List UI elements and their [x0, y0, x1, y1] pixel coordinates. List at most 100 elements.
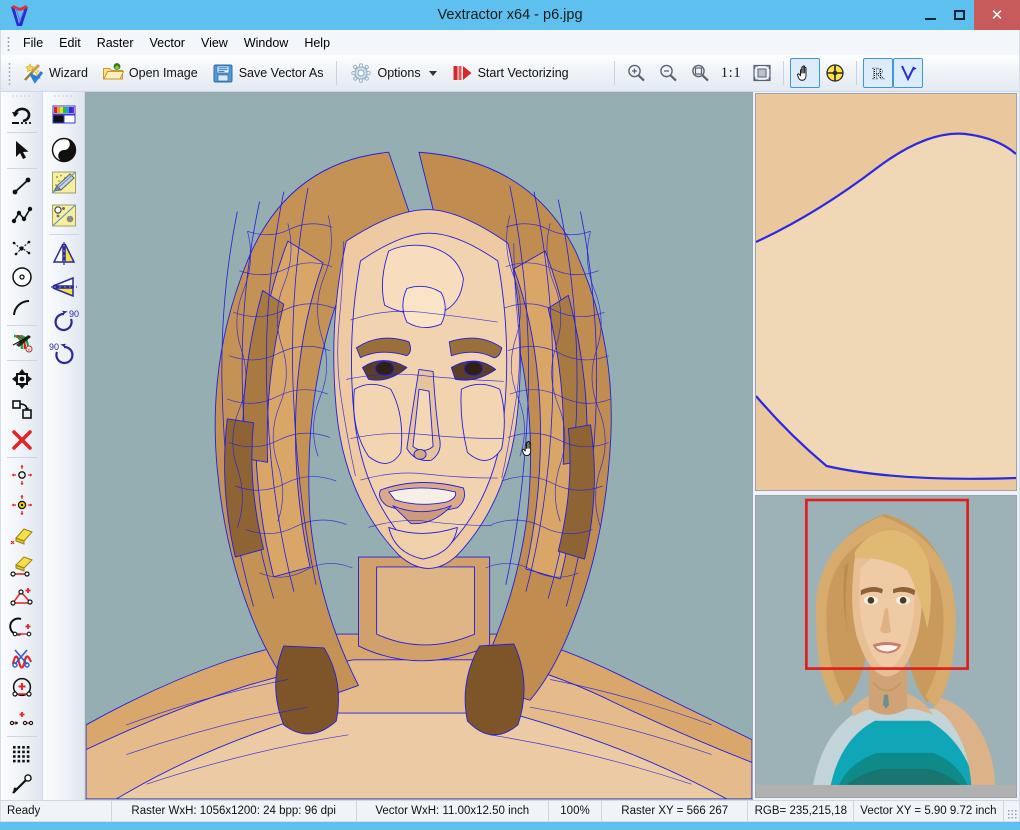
- polyline-tool[interactable]: [4, 201, 40, 232]
- floppy-disk-icon: [212, 62, 234, 84]
- minimize-button[interactable]: [916, 0, 945, 30]
- hand-pan-cursor: [520, 438, 539, 460]
- vector-zoom-preview[interactable]: [755, 93, 1017, 491]
- wizard-button[interactable]: Wizard: [15, 58, 95, 88]
- zoom-region-button[interactable]: [685, 58, 715, 88]
- svg-text:90: 90: [48, 342, 58, 352]
- duplicate-tool[interactable]: [4, 394, 40, 425]
- contrast-tool[interactable]: [46, 133, 82, 166]
- add-node-tool[interactable]: [4, 582, 40, 613]
- vector-layer-toggle[interactable]: [893, 58, 924, 88]
- tool-divider: [6, 456, 37, 458]
- close-button[interactable]: ✕: [974, 0, 1020, 30]
- wizard-label: Wizard: [49, 66, 88, 80]
- wizard-wand-icon: [22, 62, 44, 84]
- toolbar-separator: [336, 61, 338, 85]
- start-vectorizing-button[interactable]: Start Vectorizing: [444, 58, 576, 88]
- move-object-tool[interactable]: [4, 363, 40, 394]
- vector-canvas[interactable]: [85, 92, 753, 800]
- zoom-actual-size-button[interactable]: 1:1: [717, 65, 746, 82]
- tool-column2-grip-icon[interactable]: [52, 94, 75, 99]
- select-tool[interactable]: [4, 135, 40, 166]
- noise-filter-tool[interactable]: [46, 199, 82, 232]
- start-vectorizing-label: Start Vectorizing: [477, 66, 569, 80]
- mirror-vertical-tool[interactable]: [46, 237, 82, 270]
- line-tool[interactable]: [4, 170, 40, 201]
- resize-grip-icon[interactable]: [1004, 801, 1019, 821]
- right-panel-stack: [753, 92, 1019, 800]
- main-toolbar: Wizard Open Image Save Vector As Options…: [0, 55, 1020, 92]
- delete-tool[interactable]: [4, 424, 40, 455]
- options-label: Options: [377, 66, 421, 80]
- status-vector-size: Vector WxH: 11.00x12.50 inch: [357, 801, 549, 821]
- menu-bar: File Edit Raster Vector View Window Help: [0, 30, 1020, 55]
- tool-divider: [6, 360, 37, 362]
- eraser-segment-tool[interactable]: [4, 551, 40, 582]
- tool-divider: [6, 132, 37, 134]
- rotate-cw-90-tool[interactable]: 90: [46, 303, 82, 336]
- menu-item-help[interactable]: Help: [296, 33, 338, 53]
- spline-tool[interactable]: [4, 231, 40, 262]
- play-icon: [451, 62, 473, 84]
- center-target-button[interactable]: [820, 58, 850, 88]
- left-tool-palette: e 90 90: [1, 92, 85, 800]
- tool-column-grip-icon[interactable]: [10, 94, 33, 99]
- toolbar-separator-2: [613, 61, 615, 85]
- status-raster-size: Raster WxH: 1056x1200: 24 bpp: 96 dpi: [112, 801, 357, 821]
- window-title: Vextractor x64 - p6.jpg: [437, 7, 583, 23]
- image-thumbnail-preview[interactable]: [755, 495, 1017, 798]
- menu-item-vector[interactable]: Vector: [142, 33, 193, 53]
- zoom-in-button[interactable]: [621, 58, 651, 88]
- gear-icon: [350, 62, 372, 84]
- toolbar-grip-icon[interactable]: [6, 61, 13, 85]
- tool-divider: [6, 167, 37, 169]
- tool-divider: [6, 736, 37, 738]
- chevron-down-icon[interactable]: [428, 70, 437, 76]
- grid-tool[interactable]: [4, 739, 40, 770]
- menu-item-view[interactable]: View: [193, 33, 236, 53]
- svg-text:90: 90: [68, 309, 78, 319]
- eraser-tool[interactable]: [4, 521, 40, 552]
- open-image-button[interactable]: Open Image: [95, 58, 205, 88]
- thumbnail-artwork: [756, 496, 1016, 797]
- fit-to-window-button[interactable]: [747, 58, 777, 88]
- arc-add-node-tool[interactable]: [4, 612, 40, 643]
- maximize-button[interactable]: [945, 0, 974, 30]
- menu-item-file[interactable]: File: [15, 33, 51, 53]
- scale-nodes-tool[interactable]: [4, 460, 40, 491]
- arc-tool[interactable]: [4, 292, 40, 323]
- raster-layer-toggle[interactable]: R: [863, 58, 894, 88]
- scissors-curve-tool[interactable]: [4, 643, 40, 674]
- menu-grip-icon[interactable]: [5, 34, 12, 51]
- vextractor-logo-icon: [6, 2, 36, 28]
- rotate-ccw-90-tool[interactable]: 90: [46, 336, 82, 369]
- pan-tool-button[interactable]: [790, 58, 821, 88]
- options-button[interactable]: Options: [343, 58, 443, 88]
- menu-item-raster[interactable]: Raster: [89, 33, 142, 53]
- despeckle-tool[interactable]: [46, 166, 82, 199]
- circle-tool[interactable]: [4, 262, 40, 293]
- save-vector-as-button[interactable]: Save Vector As: [205, 58, 331, 88]
- transform-center-tool[interactable]: [4, 490, 40, 521]
- menu-item-edit[interactable]: Edit: [51, 33, 89, 53]
- toolbar-separator-4: [856, 61, 858, 85]
- svg-text:R: R: [872, 64, 885, 83]
- zoom-out-button[interactable]: [653, 58, 683, 88]
- mirror-horizontal-tool[interactable]: [46, 270, 82, 303]
- toolbar-separator-3: [783, 61, 785, 85]
- close-contour-tool[interactable]: [4, 673, 40, 704]
- undo-tool[interactable]: [4, 100, 40, 131]
- status-rgb-value: RGB= 235,215,18: [748, 801, 855, 821]
- menu-item-window[interactable]: Window: [236, 33, 296, 53]
- main-body: e 90 90: [0, 92, 1020, 800]
- open-folder-icon: [102, 62, 125, 84]
- window-bottom-frame: [0, 822, 1020, 830]
- status-zoom-level: 100%: [549, 801, 603, 821]
- zoom-tool-group: 1:1: [621, 58, 778, 88]
- join-nodes-tool[interactable]: [4, 704, 40, 735]
- layers-color-tool[interactable]: e: [4, 328, 40, 359]
- tool-divider: [6, 324, 37, 326]
- color-palette-tool[interactable]: [46, 100, 82, 133]
- status-bar: Ready Raster WxH: 1056x1200: 24 bpp: 96 …: [0, 800, 1020, 822]
- snap-arrow-tool[interactable]: [4, 770, 40, 801]
